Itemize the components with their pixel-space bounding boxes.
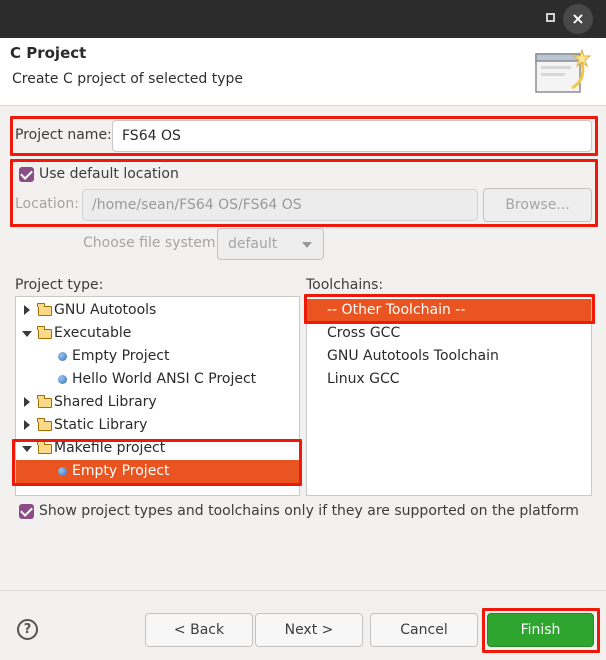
title-bar	[0, 0, 606, 38]
chevron-down-icon[interactable]	[22, 331, 32, 337]
chevron-right-icon[interactable]	[24, 305, 30, 315]
footer-divider	[0, 590, 606, 591]
file-system-value: default	[228, 236, 278, 252]
highlight-finish	[482, 608, 600, 653]
back-button[interactable]: < Back	[145, 613, 253, 647]
tree-item-executable[interactable]: Executable	[16, 322, 299, 345]
tree-item-gnu-autotools[interactable]: GNU Autotools	[16, 299, 299, 322]
toolchains-label: Toolchains:	[306, 277, 384, 293]
tree-item-executable-empty-project[interactable]: Empty Project	[16, 345, 299, 368]
tree-item-label: Hello World ANSI C Project	[72, 371, 257, 387]
toolchain-item-linux-gcc[interactable]: Linux GCC	[307, 368, 591, 391]
toolchain-item-cross-gcc[interactable]: Cross GCC	[307, 322, 591, 345]
supported-only-checkbox[interactable]	[19, 504, 34, 519]
highlight-location	[10, 159, 598, 227]
tree-item-label: GNU Autotools	[54, 302, 157, 318]
file-system-select[interactable]: default	[217, 228, 324, 260]
next-button[interactable]: Next >	[255, 613, 363, 647]
tree-item-label: Executable	[54, 325, 132, 341]
project-template-icon	[58, 375, 67, 384]
chevron-right-icon[interactable]	[24, 397, 30, 407]
highlight-other-toolchain	[304, 294, 595, 324]
page-subtitle: Create C project of selected type	[12, 71, 243, 87]
help-icon[interactable]: ?	[17, 619, 38, 640]
supported-only-label: Show project types and toolchains only i…	[39, 503, 579, 519]
tree-item-hello-world[interactable]: Hello World ANSI C Project	[16, 368, 299, 391]
highlight-makefile-project	[12, 439, 302, 486]
folder-icon	[37, 303, 52, 316]
tree-item-label: Empty Project	[72, 348, 170, 364]
tree-item-label: Shared Library	[54, 394, 157, 410]
tree-item-label: Static Library	[54, 417, 148, 433]
chevron-right-icon[interactable]	[24, 420, 30, 430]
tree-item-static-library[interactable]: Static Library	[16, 414, 299, 437]
folder-icon	[37, 418, 52, 431]
page-title: C Project	[10, 44, 87, 62]
file-system-label: Choose file system:	[83, 235, 221, 251]
chevron-down-icon	[302, 242, 312, 248]
project-type-label: Project type:	[15, 277, 104, 293]
maximize-icon[interactable]	[544, 11, 559, 26]
cancel-button[interactable]: Cancel	[370, 613, 478, 647]
highlight-project-name	[10, 116, 598, 156]
toolchain-item-gnu-autotools[interactable]: GNU Autotools Toolchain	[307, 345, 591, 368]
tree-item-shared-library[interactable]: Shared Library	[16, 391, 299, 414]
project-template-icon	[58, 352, 67, 361]
folder-open-icon	[37, 326, 52, 339]
close-icon[interactable]: ×	[563, 4, 593, 34]
folder-icon	[37, 395, 52, 408]
wizard-banner-icon	[532, 44, 592, 100]
